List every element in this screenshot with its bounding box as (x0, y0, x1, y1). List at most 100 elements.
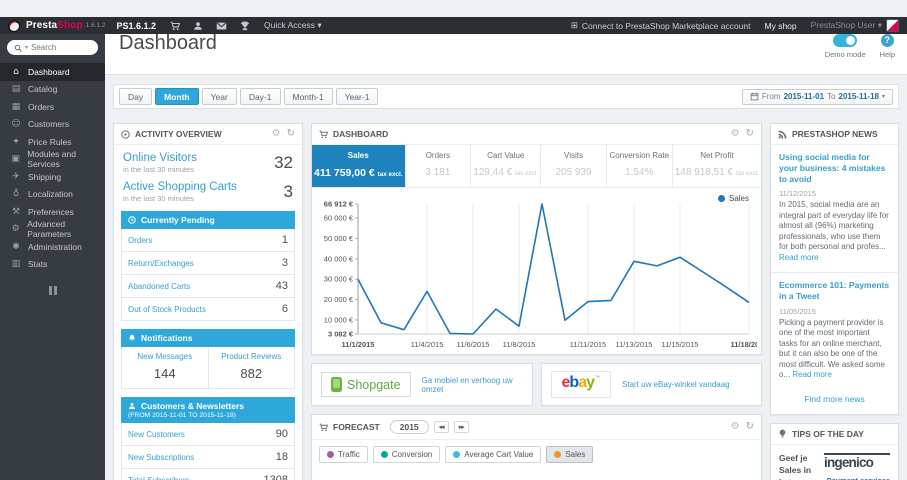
customers-icon[interactable] (193, 21, 203, 31)
sidebar-item-preferences[interactable]: ⚒ Preferences (0, 203, 105, 221)
new-customers-row[interactable]: New Customers 90 (122, 423, 294, 446)
sidebar-item-localization[interactable]: ♁ Localization (0, 186, 105, 204)
panel-settings-icon[interactable]: ⚙ (731, 422, 740, 432)
kpi-row: Sales 411 759,00 € tax excl. Orders 3 181 … (312, 145, 761, 188)
sidebar-collapse-toggle[interactable] (47, 286, 59, 295)
sidebar-item-price-rules[interactable]: ✦ Price Rules (0, 133, 105, 151)
price-rules-icon: ✦ (12, 136, 20, 147)
range-month-button[interactable]: Month (155, 88, 199, 105)
sidebar-item-stats[interactable]: ▥ Stats (0, 256, 105, 274)
forecast-chart-area (312, 471, 761, 480)
right-column: PRESTASHOP NEWS Using social media for y… (770, 123, 899, 480)
trophy-icon[interactable] (240, 21, 250, 31)
ingenico-logo[interactable]: ingenico Payment services (824, 452, 890, 480)
user-menu[interactable]: PrestaShop User ▾ (811, 19, 899, 32)
cart-icon[interactable] (170, 21, 181, 31)
kpi-net-profit[interactable]: Net Profit 148 918,51 € tax excl. (673, 145, 761, 187)
kpi-sales[interactable]: Sales 411 759,00 € tax excl. (312, 145, 406, 187)
pending-rows: Orders 1 Return/Exchanges 3 Abandoned Cart… (121, 229, 295, 321)
panel-settings-icon[interactable]: ⚙ (272, 129, 281, 139)
search-input[interactable] (31, 43, 91, 52)
help-label: Help (879, 50, 895, 59)
news-item-title[interactable]: Using social media for your business: 4 … (779, 152, 890, 185)
legend-avg-cart-button[interactable]: Average Cart Value (445, 446, 542, 463)
find-more-news-link[interactable]: Find more news (771, 390, 898, 414)
dashboard-panel-header: DASHBOARD ⚙ ↻ (312, 124, 761, 145)
out-of-stock-row[interactable]: Out of Stock Products 6 (122, 298, 294, 320)
search-scope-caret[interactable]: ▾ (25, 44, 28, 51)
sidebar-item-dashboard[interactable]: ⌂ Dashboard (0, 63, 105, 81)
total-subscribers-row[interactable]: Total Subscribers 1308 (122, 469, 294, 480)
read-more-link[interactable]: Read more (779, 253, 819, 262)
kpi-cart-value[interactable]: Cart Value 129,44 € tax excl. (471, 145, 542, 187)
sidebar-item-orders[interactable]: ▦ Orders (0, 98, 105, 116)
shopgate-logo[interactable]: Shopgate (321, 372, 411, 397)
messages-icon[interactable] (216, 21, 227, 31)
my-shop-link[interactable]: My shop (765, 21, 797, 31)
modules-icon: ▣ (11, 154, 20, 165)
range-day-1-button[interactable]: Day-1 (239, 88, 281, 105)
orders-icon: ▦ (11, 101, 21, 112)
online-visitors-link[interactable]: Online Visitors (123, 152, 197, 164)
quick-access-menu[interactable]: Quick Access ▾ (264, 20, 322, 31)
sidebar-item-customers[interactable]: ☺ Customers (0, 116, 105, 134)
active-carts-link[interactable]: Active Shopping Carts (123, 181, 237, 193)
previous-year-button[interactable]: ◂◂ (433, 421, 449, 433)
range-day-button[interactable]: Day (119, 88, 153, 105)
panel-refresh-icon[interactable]: ↻ (746, 422, 754, 432)
range-year-button[interactable]: Year (201, 88, 237, 105)
read-more-link[interactable]: Read more (792, 370, 832, 379)
customers-icon: ☺ (11, 119, 21, 130)
help-icon[interactable]: ? (880, 34, 894, 47)
svg-text:11/15/2015: 11/15/2015 (662, 340, 699, 349)
advanced-parameters-icon: ⚙ (11, 224, 20, 235)
main-content: Dashboard Dashboard Demo mode ? Help Day… (105, 17, 907, 480)
search-icon[interactable] (14, 44, 22, 52)
panel-refresh-icon[interactable]: ↻ (287, 129, 295, 139)
notifications-grid: New Messages 144 Product Reviews 882 (121, 347, 295, 389)
shop-name: PS1.6.1.2 (116, 20, 157, 31)
kpi-visits[interactable]: Visits 205 939 (541, 145, 607, 187)
next-year-button[interactable]: ▸▸ (453, 421, 469, 433)
sidebar-item-catalog[interactable]: ▤ Catalog (0, 81, 105, 99)
bell-icon (128, 334, 136, 342)
kpi-conversion-rate[interactable]: Conversion Rate 1.54% (607, 145, 673, 187)
legend-traffic-button[interactable]: Traffic (319, 446, 368, 463)
kpi-orders[interactable]: Orders 3 181 (406, 145, 472, 187)
shopgate-module: Shopgate Ga mobiel en verhoog uw omzet (311, 363, 533, 406)
sidebar-item-administration[interactable]: ✱ Administration (0, 238, 105, 256)
product-reviews-cell[interactable]: Product Reviews 882 (207, 347, 295, 388)
sidebar-item-modules[interactable]: ▣ Modules and Services (0, 149, 105, 169)
legend-sales-button[interactable]: Sales (546, 446, 594, 463)
forecast-legend: Traffic Conversion Average Cart Value Sa… (312, 440, 761, 471)
legend-conversion-button[interactable]: Conversion (372, 446, 441, 463)
svg-text:20 000 €: 20 000 € (324, 295, 354, 304)
demo-mode-toggle[interactable] (833, 34, 858, 47)
pending-returns-row[interactable]: Return/Exchanges 3 (122, 252, 294, 275)
abandoned-carts-row[interactable]: Abandoned Carts 43 (122, 275, 294, 298)
pending-orders-row[interactable]: Orders 1 (122, 229, 294, 252)
ebay-link[interactable]: Start uw eBay-winkel vandaag (622, 380, 730, 389)
prestashop-logo (8, 19, 20, 32)
ebay-logo[interactable]: e b a y ™ (550, 371, 611, 398)
new-subscriptions-row[interactable]: New Subscriptions 18 (122, 446, 294, 469)
chart-legend[interactable]: Sales (717, 194, 749, 203)
preferences-icon: ⚒ (11, 206, 21, 217)
marketplace-link[interactable]: ⊞ Connect to PrestaShop Marketplace accou… (571, 21, 751, 31)
news-item-title[interactable]: Ecommerce 101: Payments in a Tweet (779, 280, 890, 302)
new-messages-cell[interactable]: New Messages 144 (122, 347, 208, 388)
sidebar-item-shipping[interactable]: ✈ Shipping (0, 168, 105, 186)
shopgate-link[interactable]: Ga mobiel en verhoog uw omzet (422, 376, 523, 394)
stats-icon: ▥ (11, 259, 21, 270)
panel-refresh-icon[interactable]: ↻ (746, 129, 754, 139)
catalog-icon: ▤ (11, 84, 21, 95)
sidebar-item-advanced-parameters[interactable]: ⚙ Advanced Parameters (0, 219, 105, 239)
connect-icon: ⊞ (570, 20, 578, 31)
panel-settings-icon[interactable]: ⚙ (731, 129, 740, 139)
date-range-picker[interactable]: From 2015-11-01 To 2015-11-18 ▾ (741, 88, 893, 105)
forecast-year[interactable]: 2015 (389, 420, 429, 434)
news-item-body: In 2015, social media are an integral pa… (779, 200, 889, 262)
range-year-1-button[interactable]: Year-1 (335, 88, 379, 105)
range-month-1-button[interactable]: Month-1 (283, 88, 333, 105)
activity-overview-header: ACTIVITY OVERVIEW ⚙ ↻ (114, 124, 302, 145)
